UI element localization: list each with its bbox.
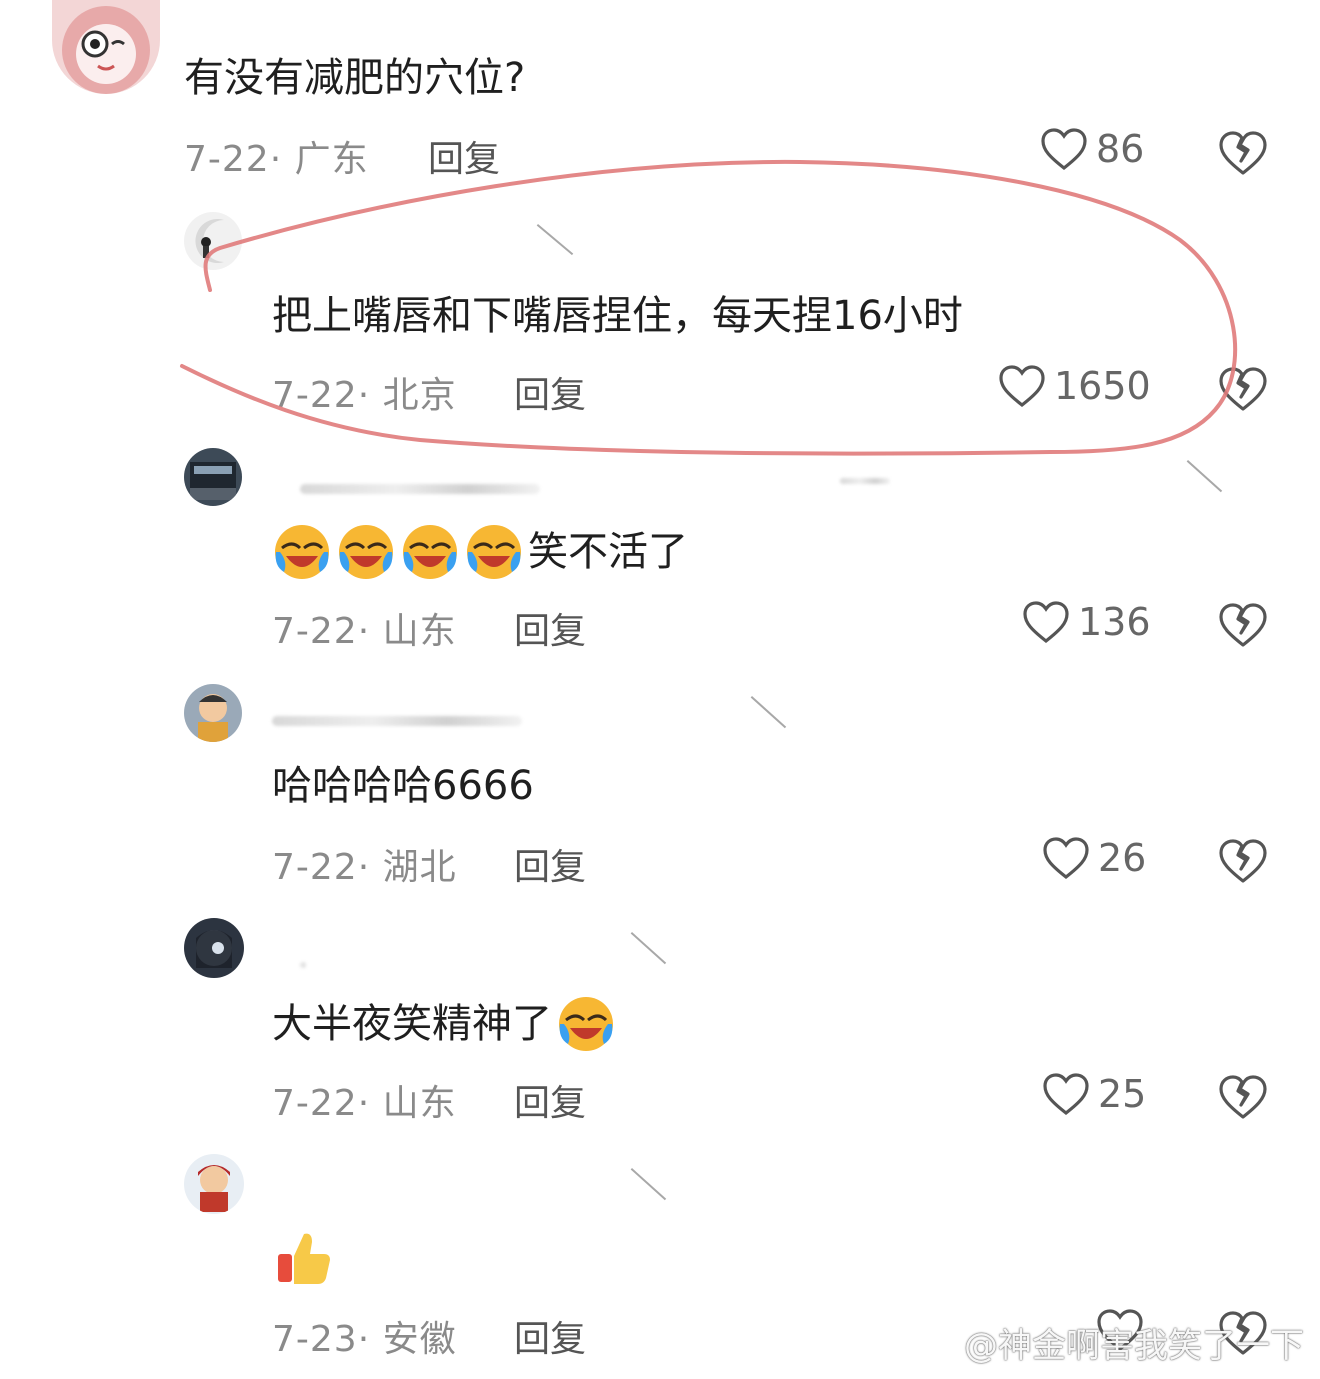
comment-meta: 7-22· 北京 [272, 375, 457, 416]
dislike-button[interactable] [1218, 366, 1268, 412]
like-button[interactable]: 86 [1040, 127, 1144, 171]
like-button[interactable]: 1650 [998, 364, 1151, 408]
username-obscured [300, 484, 540, 494]
heart-outline-icon [998, 364, 1046, 408]
laughing-crying-emoji [336, 522, 396, 582]
laughing-crying-emoji [272, 522, 332, 582]
heart-outline-icon [1022, 600, 1070, 644]
dislike-button[interactable] [1218, 1074, 1268, 1120]
broken-heart-icon [1218, 366, 1268, 412]
comment-meta: 7-22· 山东 [272, 1083, 457, 1124]
avatar[interactable] [184, 1154, 244, 1214]
heart-outline-icon [1040, 127, 1088, 171]
laughing-crying-emoji [464, 522, 524, 582]
name-divider [750, 696, 787, 729]
like-button[interactable]: 26 [1042, 836, 1146, 880]
dislike-button[interactable] [1218, 602, 1268, 648]
heart-outline-icon [1042, 836, 1090, 880]
comment-text: 把上嘴唇和下嘴唇捏住，每天捏16小时 [272, 293, 963, 339]
like-count: 136 [1078, 600, 1151, 644]
comment-text: 笑不活了 [272, 522, 688, 582]
reply-button[interactable]: 回复 [514, 602, 586, 654]
reply-button[interactable]: 回复 [514, 366, 586, 418]
watermark-text: @神金啊害我笑了一下 [964, 1326, 1304, 1366]
comment-meta: 7-22· 广东 [184, 139, 369, 180]
dislike-button[interactable] [1218, 838, 1268, 884]
avatar[interactable] [184, 918, 244, 978]
avatar[interactable] [184, 684, 242, 742]
reply-button[interactable]: 回复 [514, 838, 586, 890]
broken-heart-icon [1218, 130, 1268, 176]
name-divider [1186, 460, 1223, 493]
reply-button[interactable]: 回复 [514, 1074, 586, 1126]
username-obscured [300, 962, 306, 968]
avatar[interactable] [52, 0, 160, 94]
reply-button[interactable]: 回复 [428, 130, 500, 182]
comment-text: 大半夜笑精神了 [272, 994, 616, 1054]
dislike-button[interactable] [1218, 130, 1268, 176]
name-divider [536, 224, 574, 256]
comment-text [272, 1228, 336, 1288]
broken-heart-icon [1218, 838, 1268, 884]
username-obscured-extra [840, 478, 890, 484]
broken-heart-icon [1218, 1074, 1268, 1120]
like-count: 1650 [1054, 364, 1151, 408]
like-count: 86 [1096, 127, 1145, 171]
avatar[interactable] [184, 212, 242, 270]
comment-meta: 7-22· 湖北 [272, 847, 457, 888]
comment-text: 有没有减肥的穴位? [184, 55, 526, 101]
username-obscured [272, 716, 522, 726]
like-button[interactable]: 25 [1042, 1072, 1146, 1116]
watermark: @神金啊害我笑了一下 [908, 1318, 1304, 1367]
laughing-crying-emoji [400, 522, 460, 582]
laughing-crying-emoji [556, 994, 616, 1054]
reply-button[interactable]: 回复 [514, 1310, 586, 1362]
weibo-logo-icon [908, 1318, 958, 1367]
name-divider [630, 1168, 667, 1201]
like-count: 25 [1098, 1072, 1147, 1116]
heart-outline-icon [1042, 1072, 1090, 1116]
comment-text: 哈哈哈哈6666 [272, 763, 534, 809]
name-divider [630, 932, 667, 965]
like-button[interactable]: 136 [1022, 600, 1151, 644]
like-count: 26 [1098, 836, 1147, 880]
broken-heart-icon [1218, 602, 1268, 648]
thumbs-up-emoji [272, 1228, 332, 1288]
comment-meta: 7-22· 山东 [272, 611, 457, 652]
comment-meta: 7-23· 安徽 [272, 1319, 457, 1360]
avatar[interactable] [184, 448, 242, 506]
